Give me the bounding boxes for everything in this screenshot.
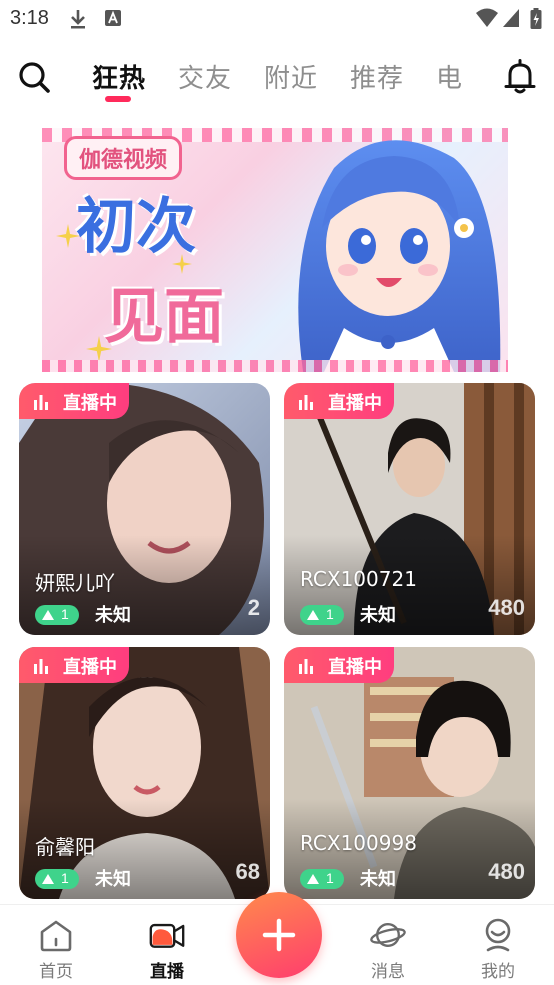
live-room-card[interactable]: 直播中 RCX100721 1 未知 480 [284, 383, 535, 635]
live-bars-icon [299, 395, 313, 410]
nav-home[interactable]: 首页 [16, 905, 96, 985]
nav-messages-label: 消息 [371, 962, 405, 982]
live-room-card[interactable]: 直播中 妍熙儿吖 1 未知 2 [19, 383, 270, 635]
status-time: 3:18 [10, 7, 49, 29]
level-badge: 1 [35, 605, 79, 625]
nav-profile[interactable]: 我的 [458, 905, 538, 985]
level-number: 1 [61, 870, 69, 886]
sparkle-icon [86, 336, 112, 362]
streamer-location: 未知 [360, 605, 396, 626]
banner-tag: 伽德视频 [64, 136, 183, 180]
nav-home-label: 首页 [39, 962, 73, 982]
search-icon[interactable] [16, 59, 52, 95]
app-notification-icon [105, 10, 121, 26]
download-icon [71, 10, 85, 29]
nav-live-label: 直播 [150, 962, 184, 982]
video-camera-icon [149, 923, 185, 948]
level-badge: 1 [35, 869, 79, 889]
viewer-count: 480 [488, 859, 525, 884]
level-badge: 1 [300, 869, 344, 889]
live-badge-label: 直播中 [63, 393, 117, 414]
level-number: 1 [326, 870, 334, 886]
viewer-count: 68 [235, 859, 260, 884]
streamer-location: 未知 [360, 869, 396, 890]
live-badge: 直播中 [284, 647, 394, 683]
nav-messages[interactable]: 消息 [348, 905, 428, 985]
top-tab-bar: 狂热 交友 附近 推荐 电 [0, 52, 554, 104]
level-badge: 1 [300, 605, 344, 625]
plus-icon [262, 918, 296, 952]
level-number: 1 [326, 606, 334, 622]
live-badge: 直播中 [19, 647, 129, 683]
tab-tuijian[interactable]: 推荐 [350, 58, 404, 95]
create-button[interactable] [236, 892, 322, 978]
anime-girl-illustration [298, 140, 501, 372]
banner-headline-2: 见面 [104, 282, 224, 352]
streamer-name: RCX100998 [300, 831, 417, 855]
level-icon [307, 610, 319, 620]
tab-jiaoyou[interactable]: 交友 [178, 58, 232, 95]
nav-live[interactable]: 直播 [127, 905, 207, 985]
live-room-card[interactable]: 直播中 俞馨阳 1 未知 68 [19, 647, 270, 899]
live-badge: 直播中 [19, 383, 129, 419]
tab-dian[interactable]: 电 [436, 58, 463, 95]
promo-banner[interactable]: 伽德视频 初次 见面 [42, 128, 508, 372]
banner-headline-1: 初次 [76, 192, 196, 262]
level-icon [42, 610, 54, 620]
planet-icon [370, 923, 406, 947]
live-badge-label: 直播中 [63, 657, 117, 678]
sparkle-icon [172, 254, 192, 274]
streamer-name: RCX100721 [300, 567, 417, 591]
signal-icon [503, 9, 519, 27]
live-bars-icon [299, 659, 313, 674]
live-badge-label: 直播中 [328, 657, 382, 678]
viewer-count: 480 [488, 595, 525, 620]
live-badge-label: 直播中 [328, 393, 382, 414]
sparkle-icon [56, 224, 80, 248]
active-tab-indicator [105, 96, 131, 102]
level-icon [307, 874, 319, 884]
streamer-name: 妍熙儿吖 [35, 571, 115, 595]
live-bars-icon [34, 659, 48, 674]
level-icon [42, 874, 54, 884]
level-number: 1 [61, 606, 69, 622]
battery-icon [530, 8, 542, 29]
streamer-location: 未知 [95, 605, 131, 626]
live-bars-icon [34, 395, 48, 410]
streamer-name: 俞馨阳 [35, 835, 95, 859]
viewer-count: 2 [247, 595, 260, 620]
status-bar: 3:18 [0, 0, 554, 36]
banner-decoration [42, 360, 508, 372]
live-room-card[interactable]: 直播中 RCX100998 1 未知 480 [284, 647, 535, 899]
nav-profile-label: 我的 [481, 962, 515, 982]
bell-icon[interactable] [502, 58, 538, 96]
live-badge: 直播中 [284, 383, 394, 419]
profile-icon [485, 918, 511, 952]
wifi-icon [476, 8, 498, 27]
home-icon [40, 920, 72, 952]
tab-fujin[interactable]: 附近 [264, 58, 318, 95]
tab-kuangre[interactable]: 狂热 [92, 58, 146, 95]
streamer-location: 未知 [95, 869, 131, 890]
